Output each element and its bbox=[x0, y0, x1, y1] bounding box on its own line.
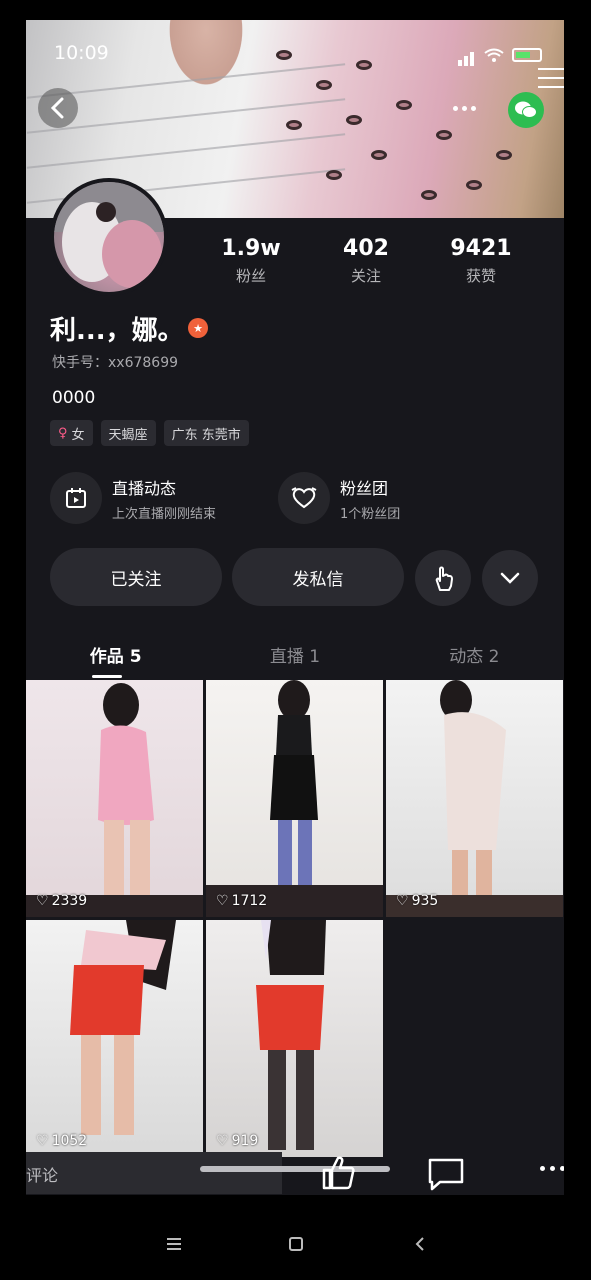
poke-button[interactable] bbox=[415, 550, 471, 606]
followers-count: 1.9w bbox=[221, 236, 281, 261]
heart-icon: ♡ bbox=[216, 1133, 229, 1149]
tag-location: 广东 东莞市 bbox=[163, 420, 249, 446]
stat-following[interactable]: 402 关注 bbox=[311, 236, 421, 286]
following-count: 402 bbox=[343, 236, 389, 261]
tag-gender-label: 女 bbox=[71, 427, 85, 443]
tab-moments[interactable]: 动态 2 bbox=[385, 630, 564, 678]
send-message-button[interactable]: 发私信 bbox=[232, 548, 404, 606]
live-activity-entry[interactable]: 直播动态 上次直播刚刚结束 bbox=[50, 472, 216, 524]
like-count: ♡ 1712 bbox=[216, 893, 268, 909]
calendar-live-icon bbox=[50, 472, 102, 524]
likes-label: 获赞 bbox=[465, 267, 496, 285]
comment-bubble-icon[interactable] bbox=[426, 1156, 466, 1192]
signal-icon bbox=[458, 44, 476, 66]
video-thumbnail[interactable]: ♡ 2339 bbox=[26, 680, 203, 917]
following-label: 关注 bbox=[350, 267, 381, 285]
like-count: ♡ 2339 bbox=[36, 893, 88, 909]
tab-live[interactable]: 直播 1 bbox=[205, 630, 384, 678]
expand-button[interactable] bbox=[482, 550, 538, 606]
status-time: 10:09 bbox=[54, 42, 109, 64]
wechat-icon bbox=[515, 101, 537, 118]
female-icon: ♀ bbox=[58, 425, 68, 441]
tag-gender: ♀ 女 bbox=[50, 420, 93, 446]
heart-icon: ♡ bbox=[396, 893, 409, 909]
fan-club-subtitle: 1个粉丝团 bbox=[340, 506, 401, 522]
video-thumbnail[interactable]: ♡ 935 bbox=[386, 680, 563, 917]
content-tabs: 作品 5 直播 1 动态 2 bbox=[26, 630, 564, 678]
heart-badge-icon bbox=[278, 472, 330, 524]
profile-bio: 0000 bbox=[52, 388, 96, 408]
wifi-icon bbox=[484, 48, 504, 62]
chevron-down-icon bbox=[500, 572, 520, 584]
followers-label: 粉丝 bbox=[235, 267, 266, 285]
recent-apps-button[interactable] bbox=[160, 1230, 188, 1258]
back-button[interactable] bbox=[38, 88, 78, 128]
square-icon bbox=[289, 1237, 303, 1251]
video-thumbnail[interactable]: ♡ 1712 bbox=[206, 680, 383, 917]
thumbs-up-icon[interactable] bbox=[318, 1152, 358, 1192]
profile-tags: ♀ 女 天蝎座 广东 东莞市 bbox=[50, 420, 249, 446]
stat-likes[interactable]: 9421 获赞 bbox=[426, 236, 536, 286]
more-options-button[interactable] bbox=[444, 94, 484, 122]
heart-icon: ♡ bbox=[36, 893, 49, 909]
video-thumbnail[interactable]: ♡ 1052 bbox=[26, 920, 203, 1157]
profile-name: 利...，娜。 bbox=[50, 316, 184, 346]
fan-club-entry[interactable]: 粉丝团 1个粉丝团 bbox=[278, 472, 400, 524]
heart-icon: ♡ bbox=[216, 893, 229, 909]
kuaishou-id: 快手号：xx678699 bbox=[52, 355, 179, 371]
fan-club-title: 粉丝团 bbox=[340, 478, 389, 498]
like-count: ♡ 1052 bbox=[36, 1133, 88, 1149]
chevron-left-icon bbox=[50, 97, 64, 119]
comment-input[interactable]: 评论 bbox=[26, 1152, 282, 1194]
live-activity-title: 直播动态 bbox=[112, 478, 177, 498]
live-activity-subtitle: 上次直播刚刚结束 bbox=[112, 506, 217, 522]
stat-followers[interactable]: 1.9w 粉丝 bbox=[196, 236, 306, 286]
status-icons bbox=[458, 44, 542, 66]
pointing-hand-icon bbox=[435, 566, 453, 591]
system-back-button[interactable] bbox=[406, 1230, 434, 1258]
battery-icon bbox=[512, 48, 542, 62]
profile-screen: 10:09 1.9w 粉丝 402 关注 9421 获赞 利...，娜。 ★ 快… bbox=[26, 20, 564, 1195]
comment-placeholder: 评论 bbox=[26, 1166, 59, 1185]
tab-works[interactable]: 作品 5 bbox=[26, 630, 205, 678]
like-count: ♡ 919 bbox=[216, 1133, 259, 1149]
followed-button[interactable]: 已关注 bbox=[50, 548, 222, 606]
star-badge-icon: ★ bbox=[188, 318, 208, 338]
video-progress-bar[interactable] bbox=[200, 1166, 390, 1172]
chevron-left-icon bbox=[415, 1237, 424, 1251]
menu-lines-icon bbox=[167, 1238, 181, 1250]
wechat-share-button[interactable] bbox=[508, 92, 544, 128]
video-thumbnail[interactable]: ♡ 919 bbox=[206, 920, 383, 1157]
avatar[interactable] bbox=[50, 178, 168, 296]
like-count: ♡ 935 bbox=[396, 893, 439, 909]
more-actions-button[interactable] bbox=[540, 1166, 564, 1176]
heart-icon: ♡ bbox=[36, 1133, 49, 1149]
menu-icon[interactable] bbox=[538, 68, 564, 94]
home-button[interactable] bbox=[282, 1230, 310, 1258]
tag-zodiac: 天蝎座 bbox=[100, 420, 156, 446]
likes-count: 9421 bbox=[450, 236, 512, 261]
